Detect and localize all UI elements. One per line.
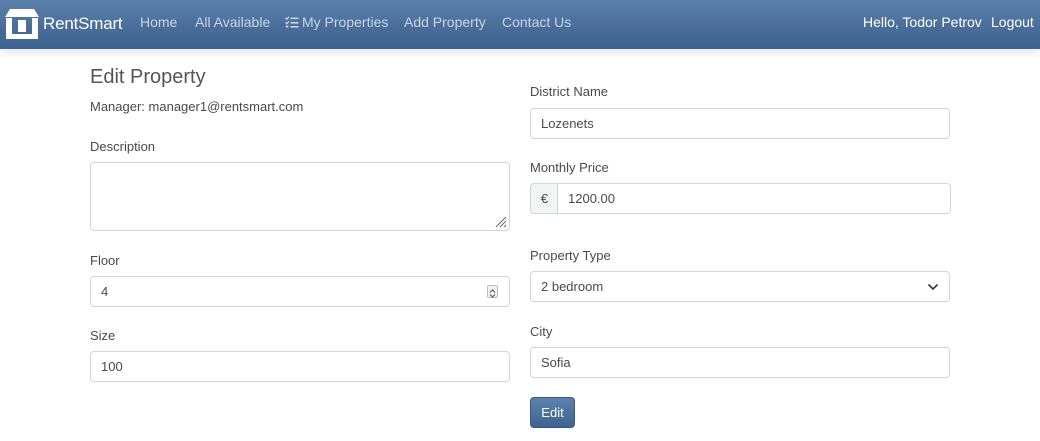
size-value: 100 xyxy=(101,359,123,374)
nav-my-properties[interactable]: My Properties xyxy=(285,14,388,30)
nav-add-property[interactable]: Add Property xyxy=(404,14,486,30)
floor-stepper[interactable] xyxy=(487,285,498,298)
description-textarea[interactable] xyxy=(90,162,510,231)
chevron-down-icon xyxy=(927,283,939,290)
description-label: Description xyxy=(90,139,156,154)
manager-info: Manager: manager1@rentsmart.com xyxy=(90,99,304,114)
property-type-select[interactable]: 2 bedroom xyxy=(530,271,950,302)
price-input[interactable]: 1200.00 xyxy=(557,183,951,214)
floor-input[interactable]: 4 xyxy=(90,276,510,307)
size-input[interactable]: 100 xyxy=(90,351,510,382)
city-value: Sofia xyxy=(541,355,571,370)
district-input[interactable]: Lozenets xyxy=(530,108,950,139)
district-label: District Name xyxy=(530,84,609,99)
resize-grip-icon[interactable] xyxy=(495,216,507,228)
brand-name: RentSmart xyxy=(43,14,123,33)
property-type-selected: 2 bedroom xyxy=(541,279,604,294)
nav-home[interactable]: Home xyxy=(140,14,177,30)
currency-addon: € xyxy=(530,183,558,214)
size-label: Size xyxy=(90,328,116,343)
list-check-icon xyxy=(285,16,299,28)
brand-logo[interactable]: RentSmart xyxy=(4,4,123,44)
logout-link[interactable]: Logout xyxy=(991,14,1034,30)
nav-contact-us[interactable]: Contact Us xyxy=(502,14,571,30)
city-input[interactable]: Sofia xyxy=(530,347,950,378)
stepper-arrows-icon xyxy=(489,289,496,298)
user-greeting: Hello, Todor Petrov xyxy=(863,14,982,30)
nav-all-available[interactable]: All Available xyxy=(195,14,270,30)
property-type-label: Property Type xyxy=(530,248,611,263)
city-label: City xyxy=(530,324,553,339)
top-navbar: RentSmart Home All Available My Properti… xyxy=(0,0,1040,49)
price-label: Monthly Price xyxy=(530,160,609,175)
floor-value: 4 xyxy=(101,284,109,299)
nav-my-properties-label: My Properties xyxy=(302,14,389,30)
page-title: Edit Property xyxy=(90,66,206,88)
district-value: Lozenets xyxy=(541,116,594,131)
edit-button[interactable]: Edit xyxy=(530,397,575,428)
price-value: 1200.00 xyxy=(568,191,615,206)
floor-label: Floor xyxy=(90,253,120,268)
storefront-icon xyxy=(5,9,39,39)
